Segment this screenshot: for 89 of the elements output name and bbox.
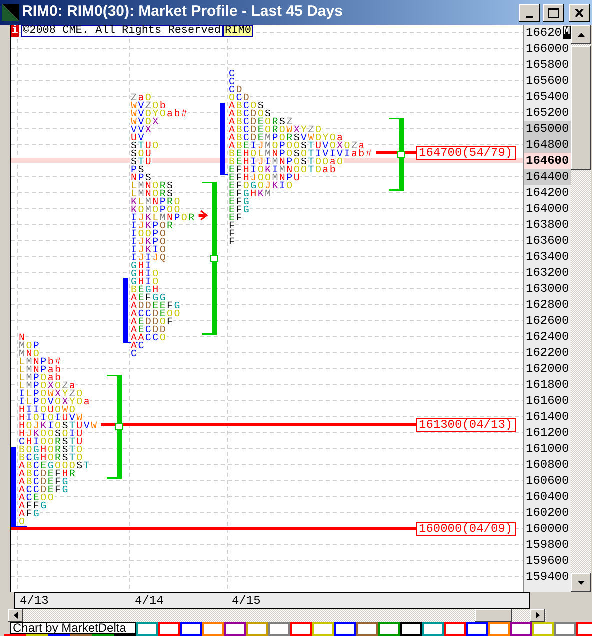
period-swatch[interactable] xyxy=(356,622,378,636)
down-arrow-icon xyxy=(578,580,584,584)
price-label: 162400 xyxy=(525,329,570,345)
date-label: 4/15 xyxy=(232,592,261,610)
price-label: 159800 xyxy=(525,537,570,553)
price-label: 160000 xyxy=(525,521,570,537)
price-label: 160200 xyxy=(525,505,570,521)
price-label: 162800 xyxy=(525,297,570,313)
chart-icon xyxy=(2,4,19,21)
period-swatch[interactable] xyxy=(202,622,224,636)
price-label: 166000 xyxy=(525,41,570,57)
price-label: 164200 xyxy=(525,185,570,201)
maximize-icon xyxy=(548,8,559,18)
price-label: 162200 xyxy=(525,345,570,361)
period-swatch[interactable] xyxy=(378,622,400,636)
price-level-label: 161300(04/13) xyxy=(416,418,516,432)
scroll-down-button[interactable] xyxy=(571,573,591,592)
price-label: 160800 xyxy=(525,457,570,473)
period-swatch[interactable] xyxy=(158,622,180,636)
price-label: 159600 xyxy=(525,553,570,569)
period-swatch[interactable] xyxy=(466,622,488,636)
price-label: 165200 xyxy=(525,105,570,121)
scroll-up-button[interactable] xyxy=(571,25,591,44)
price-label: 165400 xyxy=(525,89,570,105)
period-swatch[interactable] xyxy=(268,622,290,636)
tpo-row: F xyxy=(229,238,236,248)
price-level-label: 160000(04/09) xyxy=(416,522,516,536)
close-button[interactable] xyxy=(569,4,590,22)
price-label: 163000 xyxy=(525,281,570,297)
period-swatch[interactable] xyxy=(554,622,576,636)
price-label: 162600 xyxy=(525,313,570,329)
up-arrow-icon xyxy=(578,32,584,36)
period-swatch[interactable] xyxy=(400,622,422,636)
scroll-thumb[interactable] xyxy=(571,46,591,170)
date-label: 4/14 xyxy=(135,592,165,610)
info-icon[interactable]: i xyxy=(11,25,19,37)
minimize-icon xyxy=(526,16,533,18)
scroll-left-button[interactable] xyxy=(8,609,23,622)
window-title: RIM0: RIM0(30): Market Profile - Last 45 Days xyxy=(22,2,343,22)
horizontal-scrollbar[interactable] xyxy=(8,609,546,622)
price-label: 162000 xyxy=(525,361,570,377)
price-label: 160400 xyxy=(525,489,570,505)
scroll-thumb[interactable] xyxy=(475,609,512,622)
vertical-scrollbar[interactable] xyxy=(571,25,591,592)
minimize-button[interactable] xyxy=(519,4,540,22)
right-arrow-icon xyxy=(536,612,540,619)
price-label: 161600 xyxy=(525,393,570,409)
price-label: 165600 xyxy=(525,73,570,89)
period-swatch[interactable] xyxy=(334,622,356,636)
period-swatch[interactable] xyxy=(180,622,202,636)
price-label: 161000 xyxy=(525,441,570,457)
poc-arrow xyxy=(198,210,208,221)
period-swatch[interactable] xyxy=(576,622,592,636)
price-label: 164800 xyxy=(524,137,571,153)
date-label: 4/13 xyxy=(20,592,50,610)
period-swatch[interactable] xyxy=(136,622,158,636)
tpo-row: O xyxy=(19,518,26,528)
price-label: 165800 xyxy=(525,57,570,73)
left-arrow-icon xyxy=(14,612,18,619)
initial-balance-bar xyxy=(123,278,139,344)
price-label: 165000 xyxy=(524,121,571,137)
price-label: 161800 xyxy=(525,377,570,393)
tpo-row: C xyxy=(131,350,138,360)
price-label: 160600 xyxy=(525,473,570,489)
price-label: 164000 xyxy=(525,201,570,217)
price-label: 161200 xyxy=(525,425,570,441)
period-swatch[interactable] xyxy=(488,622,510,636)
period-swatch[interactable] xyxy=(444,622,466,636)
price-label: 161400 xyxy=(525,409,570,425)
price-label: 16620 xyxy=(525,25,564,41)
price-level-label: 164700(54/79) xyxy=(416,146,516,160)
period-swatch[interactable] xyxy=(290,622,312,636)
price-label: 163400 xyxy=(525,249,570,265)
price-label: 163200 xyxy=(525,265,570,281)
price-label: 164400 xyxy=(524,169,571,185)
period-swatch[interactable] xyxy=(422,622,444,636)
symbol-tag: RIM0 xyxy=(223,25,254,37)
period-swatch[interactable] xyxy=(246,622,268,636)
maximize-button[interactable] xyxy=(543,4,564,22)
close-icon xyxy=(575,8,584,16)
copyright-notice: ©2008 CME. All Rights Reserved xyxy=(21,25,224,37)
price-label: 159400 xyxy=(525,569,570,585)
period-swatch[interactable] xyxy=(510,622,532,636)
price-label: 163600 xyxy=(525,233,570,249)
scroll-right-button[interactable] xyxy=(530,609,545,622)
price-label: 164600 xyxy=(524,153,571,169)
price-label: 163800 xyxy=(525,217,570,233)
period-swatch[interactable] xyxy=(224,622,246,636)
mode-badge[interactable]: M xyxy=(563,26,571,39)
